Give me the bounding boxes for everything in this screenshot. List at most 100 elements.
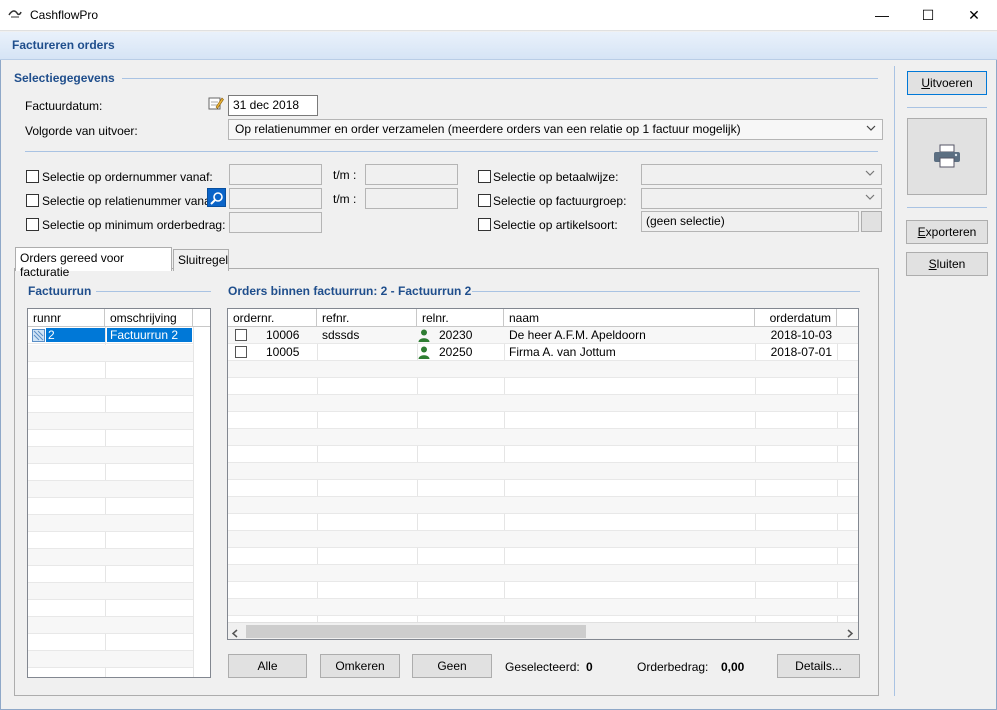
articletype-filter-label: Selectie op artikelsoort: <box>493 218 618 232</box>
magnifier-icon <box>210 191 224 208</box>
column-header-relnr[interactable]: relnr. <box>417 309 504 327</box>
ordernr-filter-checkbox[interactable] <box>26 170 39 183</box>
minimize-button[interactable]: — <box>859 0 905 31</box>
table-row <box>28 481 193 498</box>
column-header-refnr[interactable]: refnr. <box>317 309 417 327</box>
ordernr-from-input[interactable] <box>229 164 322 185</box>
print-button[interactable] <box>907 118 987 195</box>
selection-section-title: Selectiegegevens <box>14 71 115 85</box>
orderdatum-cell: 2018-10-03 <box>770 328 832 342</box>
naam-cell: Firma A. van Jottum <box>509 345 616 359</box>
column-header-orderdatum[interactable]: orderdatum <box>755 309 837 327</box>
min-amount-filter-checkbox[interactable] <box>26 218 39 231</box>
table-row <box>28 379 193 396</box>
relnr-filter-checkbox[interactable] <box>26 194 39 207</box>
column-header-runnr[interactable]: runnr <box>28 309 105 327</box>
table-row <box>28 600 193 617</box>
close-window-button[interactable]: ✕ <box>951 0 997 31</box>
invert-selection-button[interactable]: Omkeren <box>320 654 400 678</box>
orders-grid[interactable]: ordernr. refnr. relnr. naam orderdatum 1… <box>227 308 859 640</box>
table-row <box>228 548 858 565</box>
details-button[interactable]: Details... <box>777 654 860 678</box>
table-row <box>28 362 193 379</box>
ordernr-filter-label: Selectie op ordernummer vanaf: <box>42 170 213 184</box>
omschrijving-cell: Factuurrun 2 <box>107 328 192 342</box>
orders-grid-header: ordernr. refnr. relnr. naam orderdatum <box>228 309 858 327</box>
refnr-cell: sdssds <box>322 328 360 342</box>
tab-orders-ready[interactable]: Orders gereed voor facturatie <box>15 247 172 279</box>
table-row <box>28 566 193 583</box>
ordernr-to-input[interactable] <box>365 164 458 185</box>
close-button[interactable]: Sluiten <box>906 252 988 276</box>
table-row <box>28 651 193 668</box>
runs-title-divider <box>96 291 211 292</box>
cashflow-logo-icon <box>8 8 22 22</box>
column-header-naam[interactable]: naam <box>504 309 755 327</box>
chevron-down-icon <box>865 191 875 206</box>
naam-cell: De heer A.F.M. Apeldoorn <box>509 328 646 342</box>
orderdatum-cell: 2018-07-01 <box>770 345 832 359</box>
tab-closing-line[interactable]: Sluitregel <box>173 249 229 271</box>
relnr-cell: 20250 <box>439 345 473 359</box>
invoicegroup-select[interactable] <box>641 188 882 209</box>
header-band <box>0 32 997 60</box>
scroll-thumb[interactable] <box>246 625 586 638</box>
ordernr-cell: 10005 <box>266 345 300 359</box>
column-header-ordernr[interactable]: ordernr. <box>228 309 317 327</box>
order-select-checkbox[interactable] <box>235 329 247 341</box>
person-icon <box>418 329 430 345</box>
articletype-picker-button[interactable] <box>861 211 882 232</box>
payment-filter-checkbox[interactable] <box>478 170 491 183</box>
column-header-omschrijving[interactable]: omschrijving <box>105 309 193 327</box>
table-row <box>228 480 858 497</box>
table-row[interactable]: 2 Factuurrun 2 <box>28 327 193 344</box>
relation-lookup-button[interactable] <box>207 188 226 207</box>
payment-select[interactable] <box>641 164 882 185</box>
orders-title: Orders binnen factuurrun: 2 - Factuurrun… <box>228 284 472 298</box>
calendar-pencil-icon[interactable] <box>208 95 224 111</box>
table-row[interactable]: 10006 sdssds 20230 De heer A.F.M. Apeldo… <box>228 327 858 345</box>
runs-grid[interactable]: runnr omschrijving 2 Factuurrun 2 <box>27 308 211 678</box>
table-row <box>28 396 193 413</box>
table-row <box>228 599 858 616</box>
tm-label: t/m : <box>333 168 357 182</box>
page-title: Factureren orders <box>12 38 115 52</box>
runnr-cell: 2 <box>46 328 105 342</box>
payment-filter-label: Selectie op betaalwijze: <box>493 170 619 184</box>
side-panel-divider <box>894 66 895 696</box>
invoice-date-input[interactable]: 31 dec 2018 <box>228 95 318 116</box>
table-row <box>228 395 858 412</box>
invoicegroup-filter-checkbox[interactable] <box>478 194 491 207</box>
export-button[interactable]: Exporteren <box>906 220 988 244</box>
side-divider <box>907 107 987 108</box>
relnr-from-input[interactable] <box>229 188 322 209</box>
table-row <box>28 634 193 651</box>
execute-button[interactable]: Uitvoeren <box>907 71 987 95</box>
horizontal-scrollbar[interactable] <box>228 622 858 639</box>
select-all-button[interactable]: Alle <box>228 654 307 678</box>
order-sequence-select[interactable]: Op relatienummer en order verzamelen (me… <box>228 119 883 140</box>
order-select-checkbox[interactable] <box>235 346 247 358</box>
maximize-button[interactable]: ☐ <box>905 0 951 31</box>
printer-icon <box>933 144 961 174</box>
min-amount-filter-label: Selectie op minimum orderbedrag: <box>42 218 226 232</box>
table-row <box>28 515 193 532</box>
table-row <box>28 464 193 481</box>
min-amount-input[interactable] <box>229 212 322 233</box>
table-row <box>228 446 858 463</box>
table-row[interactable]: 10005 20250 Firma A. van Jottum 2018-07-… <box>228 344 858 361</box>
scroll-left-icon[interactable] <box>231 627 239 639</box>
table-row <box>228 378 858 395</box>
runs-grid-header: runnr omschrijving <box>28 309 210 327</box>
table-row <box>28 413 193 430</box>
ordernr-cell: 10006 <box>266 328 300 342</box>
maximize-icon: ☐ <box>921 7 935 23</box>
table-row <box>28 345 193 362</box>
app-title: CashflowPro <box>30 8 99 22</box>
select-none-button[interactable]: Geen <box>412 654 492 678</box>
articletype-filter-checkbox[interactable] <box>478 218 491 231</box>
relnr-to-input[interactable] <box>365 188 458 209</box>
scroll-right-icon[interactable] <box>846 627 854 639</box>
table-row <box>28 447 193 464</box>
chevron-down-icon <box>866 122 876 137</box>
